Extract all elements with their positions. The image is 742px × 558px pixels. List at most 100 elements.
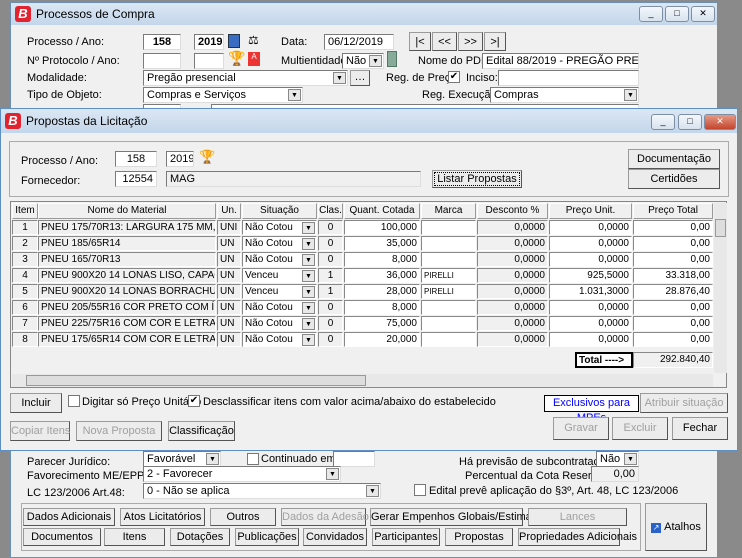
column-header-nome-material[interactable]: Nome do Material (38, 203, 216, 219)
subcontratacao-select[interactable]: Não ▼ (596, 451, 639, 467)
cell-preco-unit[interactable]: 0,0000 (549, 252, 632, 267)
btn-row2-3[interactable]: Publicações (235, 528, 299, 546)
modalidade-lookup-button[interactable]: … (350, 70, 370, 86)
reg-execucao-select[interactable]: Compras ▼ (490, 87, 639, 103)
cell-preco-unit[interactable]: 0,0000 (549, 300, 632, 315)
cell-marca[interactable]: PIRELLI (421, 268, 476, 283)
btn-row1-1[interactable]: Atos Licitatórios (120, 508, 205, 526)
cell-desconto[interactable]: 0,0000 (477, 268, 548, 283)
building-icon[interactable] (387, 51, 397, 67)
cell-preco-unit[interactable]: 0,0000 (549, 220, 632, 235)
btn-row1-3[interactable]: Dados da Adesão (281, 508, 369, 526)
inciso-input[interactable] (498, 70, 639, 86)
cell-preco-unit[interactable]: 1.031,3000 (549, 284, 632, 299)
cell-situacao[interactable]: Não Cotou ▼ (242, 220, 317, 235)
atalhos-button[interactable]: ↗ Atalhos (645, 503, 707, 551)
column-header-item[interactable]: Item (12, 203, 38, 219)
cell-marca[interactable] (421, 300, 476, 315)
pdf-icon[interactable]: A (248, 52, 260, 66)
cell-marca[interactable] (421, 316, 476, 331)
digitar-checkbox[interactable] (68, 395, 80, 407)
column-header-unidade[interactable]: Un. (217, 203, 241, 219)
excluir-button[interactable]: Excluir (612, 417, 668, 440)
cell-quant-cotada[interactable]: 75,000 (344, 316, 420, 331)
nome-pdf-input[interactable]: Edital 88/2019 - PREGÃO PRESENC (482, 53, 639, 69)
edital-checkbox[interactable] (414, 484, 426, 496)
cell-quant-cotada[interactable]: 100,000 (344, 220, 420, 235)
data-input[interactable]: 06/12/2019 (324, 34, 394, 50)
first-record-button[interactable]: |< (409, 32, 431, 51)
protocolo-ano-input[interactable] (194, 53, 224, 69)
cell-situacao[interactable]: Não Cotou ▼ (242, 300, 317, 315)
lc-select[interactable]: 0 - Não se aplica ▼ (143, 483, 381, 499)
next-record-button[interactable]: >> (458, 32, 483, 51)
gravar-button[interactable]: Gravar (553, 417, 609, 440)
copiar-itens-button[interactable]: Copiar Itens (10, 421, 70, 441)
column-header-clas[interactable]: Clas. (318, 203, 343, 219)
cell-desconto[interactable]: 0,0000 (477, 332, 548, 347)
parecer-select[interactable]: Favorável ▼ (143, 451, 221, 467)
btn-row2-4[interactable]: Convidados (303, 528, 367, 546)
cell-desconto[interactable]: 0,0000 (477, 236, 548, 251)
btn-row2-6[interactable]: Propostas (445, 528, 513, 546)
multientidade-select[interactable]: Não ▼ (342, 53, 384, 69)
cell-quant-cotada[interactable]: 8,000 (344, 300, 420, 315)
cell-marca[interactable] (421, 332, 476, 347)
close-button[interactable]: ✕ (704, 114, 736, 130)
dialog-processo-input[interactable]: 158 (115, 151, 157, 167)
tipo-objeto-select[interactable]: Compras e Serviços ▼ (143, 87, 303, 103)
cell-quant-cotada[interactable]: 20,000 (344, 332, 420, 347)
btn-row2-1[interactable]: Itens (104, 528, 165, 546)
protocolo-input[interactable] (143, 53, 181, 69)
trophy-icon[interactable]: 🏆 (228, 50, 245, 67)
column-header-marca[interactable]: Marca (421, 203, 476, 219)
cell-situacao[interactable]: Venceu ▼ (242, 268, 317, 283)
favorecimento-select[interactable]: 2 - Favorecer ▼ (143, 466, 341, 482)
ano-input[interactable]: 2019 (194, 34, 224, 50)
btn-row1-0[interactable]: Dados Adicionais (23, 508, 115, 526)
continuado-input[interactable] (333, 451, 375, 467)
minimize-button[interactable]: _ (639, 6, 663, 22)
cell-preco-unit[interactable]: 925,5000 (549, 268, 632, 283)
cell-marca[interactable]: PIRELLI (421, 284, 476, 299)
dialog-ano-input[interactable]: 2019 (166, 151, 194, 167)
btn-row2-2[interactable]: Dotações (170, 528, 230, 546)
column-header-situacao[interactable]: Situação (242, 203, 317, 219)
cell-situacao[interactable]: Venceu ▼ (242, 284, 317, 299)
column-header-preco-total[interactable]: Preço Total (633, 203, 713, 219)
fornecedor-code-input[interactable]: 12554 (115, 171, 157, 187)
vertical-scrollbar-thumb[interactable] (715, 219, 726, 237)
fechar-button[interactable]: Fechar (672, 417, 728, 440)
cell-quant-cotada[interactable]: 28,000 (344, 284, 420, 299)
btn-row2-7[interactable]: Propriedades Adicionais (518, 528, 637, 546)
atribuir-situacao-button[interactable]: Atribuir situação (640, 393, 728, 413)
exclusivos-mpes-button[interactable]: Exclusivos para MPEs (544, 395, 639, 424)
certidoes-button[interactable]: Certidões (628, 169, 720, 189)
documentacao-button[interactable]: Documentação (628, 149, 720, 169)
cell-situacao[interactable]: Não Cotou ▼ (242, 236, 317, 251)
column-header-quant-cotada[interactable]: Quant. Cotada (344, 203, 420, 219)
cell-desconto[interactable]: 0,0000 (477, 316, 548, 331)
btn-row1-5[interactable]: Lances (528, 508, 627, 526)
cell-marca[interactable] (421, 236, 476, 251)
classificacao-button[interactable]: Classificação (168, 421, 235, 441)
cell-quant-cotada[interactable]: 36,000 (344, 268, 420, 283)
incluir-button[interactable]: Incluir (10, 393, 62, 413)
cell-preco-unit[interactable]: 0,0000 (549, 332, 632, 347)
cell-situacao[interactable]: Não Cotou ▼ (242, 332, 317, 347)
processo-input[interactable]: 158 (143, 34, 181, 50)
btn-row1-4[interactable]: Gerar Empenhos Globais/Estimativos (370, 508, 554, 526)
btn-row1-2[interactable]: Outros (210, 508, 276, 526)
approve-icon[interactable]: ⚖ (248, 33, 259, 47)
cell-situacao[interactable]: Não Cotou ▼ (242, 316, 317, 331)
column-header-desconto[interactable]: Desconto % (477, 203, 548, 219)
cell-preco-unit[interactable]: 0,0000 (549, 316, 632, 331)
maximize-button[interactable]: □ (665, 6, 689, 22)
column-header-preco-unit[interactable]: Preço Unit. (549, 203, 632, 219)
last-record-button[interactable]: >| (484, 32, 506, 51)
vertical-scrollbar[interactable] (714, 203, 727, 373)
nova-proposta-button[interactable]: Nova Proposta (76, 421, 162, 441)
cell-desconto[interactable]: 0,0000 (477, 220, 548, 235)
cell-preco-unit[interactable]: 0,0000 (549, 236, 632, 251)
continuado-checkbox[interactable] (247, 453, 259, 465)
